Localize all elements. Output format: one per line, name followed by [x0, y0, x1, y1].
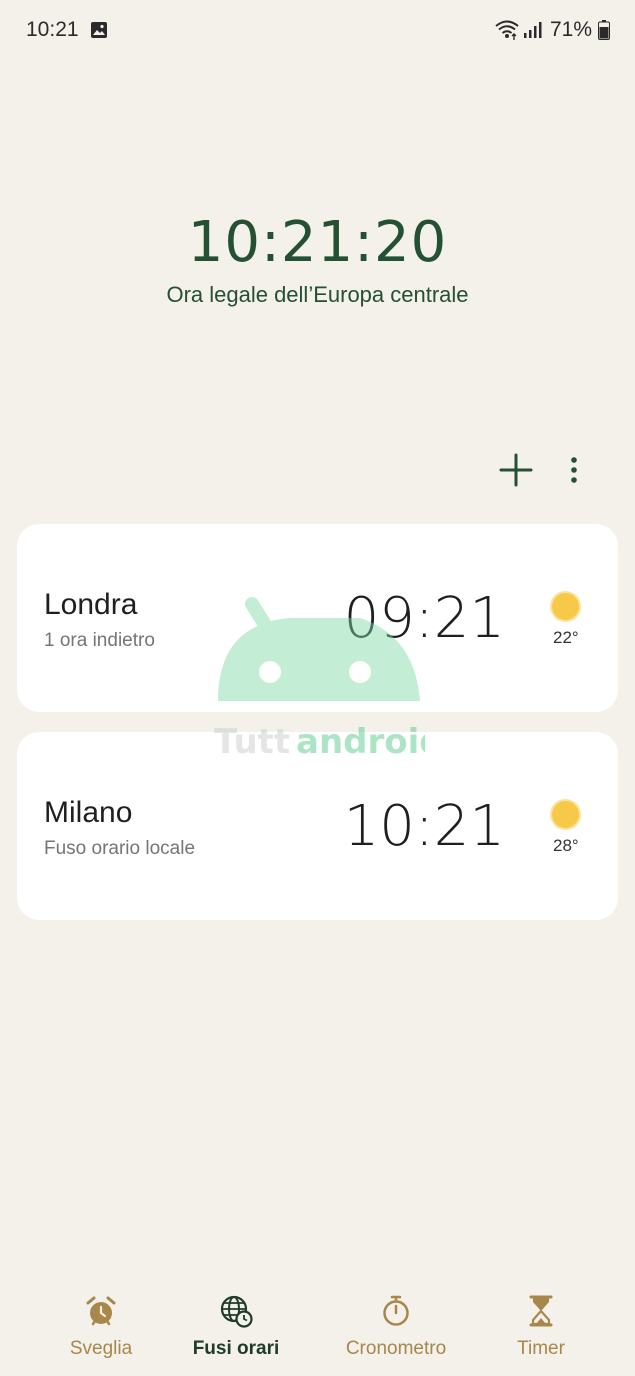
city-card-milano[interactable]: Milano Fuso orario locale 10:21 28° — [17, 732, 618, 920]
nav-label: Timer — [517, 1338, 565, 1359]
city-name: Milano — [44, 796, 133, 829]
world-clock-screen: 10:21 71% 10:21:20 Ora legale dell’Europ — [0, 0, 635, 1376]
bottom-navigation: Sveglia Fusi orari Cronometro Timer — [0, 1280, 635, 1376]
main-clock-time: 10:21:20 — [187, 210, 448, 275]
city-time: 09:21 — [343, 586, 505, 651]
city-offset: 1 ora indietro — [44, 630, 155, 651]
add-icon[interactable] — [496, 450, 536, 490]
more-vert-icon[interactable] — [560, 452, 588, 488]
status-bar: 10:21 71% — [0, 0, 635, 60]
city-temperature: 22° — [553, 628, 579, 647]
status-time: 10:21 — [26, 18, 79, 41]
city-card-londra[interactable]: Londra 1 ora indietro 09:21 22° — [17, 524, 618, 712]
signal-icon — [524, 22, 542, 38]
image-icon — [91, 22, 107, 38]
city-temperature: 28° — [553, 836, 579, 855]
city-name: Londra — [44, 588, 138, 621]
nav-label: Fusi orari — [192, 1338, 280, 1359]
alarm-clock-icon — [86, 1296, 116, 1326]
sun-icon — [552, 593, 579, 620]
wifi-icon — [495, 20, 519, 40]
city-time: 10:21 — [343, 794, 505, 859]
nav-tab-sveglia[interactable]: Sveglia — [26, 1280, 176, 1370]
sun-icon — [552, 801, 579, 828]
nav-tab-fusi-orari[interactable]: Fusi orari — [161, 1280, 311, 1370]
nav-label: Cronometro — [345, 1338, 447, 1359]
globe-clock-icon — [220, 1295, 253, 1328]
city-offset: Fuso orario locale — [44, 838, 196, 859]
nav-label: Sveglia — [69, 1338, 133, 1359]
main-timezone-label: Ora legale dell’Europa centrale — [166, 282, 469, 307]
nav-tab-cronometro[interactable]: Cronometro — [321, 1280, 471, 1370]
battery-percentage: 71% — [550, 18, 593, 41]
hourglass-icon — [529, 1295, 553, 1327]
stopwatch-icon — [383, 1295, 409, 1326]
nav-tab-timer[interactable]: Timer — [466, 1280, 616, 1370]
battery-icon — [598, 20, 610, 40]
